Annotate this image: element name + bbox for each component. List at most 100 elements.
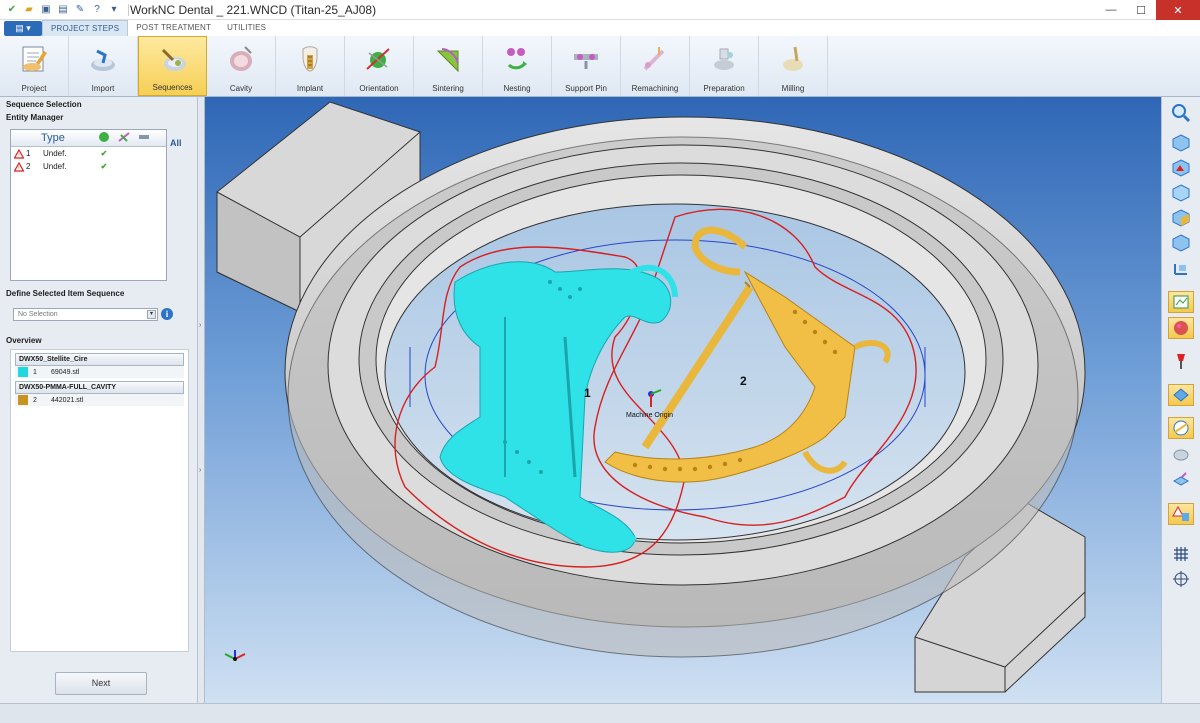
ribbon-button-milling[interactable]: Milling — [759, 36, 828, 96]
support-pin-icon — [569, 42, 603, 76]
layers-icon[interactable] — [1168, 469, 1194, 491]
window-controls: — ☐ ✕ — [1096, 0, 1200, 20]
settings-wrench-icon[interactable]: ✎ — [73, 3, 87, 17]
part-2-label: 2 — [740, 374, 747, 388]
view-left-icon[interactable] — [1168, 232, 1194, 254]
svg-text:!: ! — [18, 153, 19, 159]
crosshair-icon[interactable] — [1168, 568, 1194, 590]
color-swatch — [18, 395, 28, 405]
svg-text:!: ! — [18, 166, 19, 172]
group-header[interactable]: DWX50_Stellite_Cire — [15, 353, 184, 366]
group-header[interactable]: DWX50-PMMA-FULL_CAVITY — [15, 381, 184, 394]
section-icon[interactable] — [1168, 384, 1194, 406]
ribbon-button-orientation[interactable]: Orientation — [345, 36, 414, 96]
view-front-icon[interactable] — [1168, 157, 1194, 179]
list-item[interactable]: 2 442021.stl — [15, 394, 184, 406]
table-row[interactable]: ! 2 Undef. ✔ — [11, 160, 166, 173]
row-type: Undef. — [43, 162, 67, 171]
help-icon[interactable]: ? — [90, 3, 104, 17]
ribbon-button-support-pin[interactable]: Support Pin — [552, 36, 621, 96]
type-column-header[interactable]: Type — [39, 132, 94, 144]
qat-dropdown-icon[interactable]: ▾ — [107, 3, 121, 17]
sequence-selection-panel: Sequence Selection Entity Manager Type !… — [0, 97, 198, 703]
nesting-icon — [500, 42, 534, 76]
define-sequence-title: Define Selected Item Sequence — [6, 289, 125, 298]
pin-icon[interactable] — [134, 131, 154, 146]
table-row[interactable]: ! 1 Undef. ✔ — [11, 147, 166, 160]
clip-view-icon[interactable] — [1168, 417, 1194, 439]
green-shape-icon[interactable] — [94, 131, 114, 146]
next-button[interactable]: Next — [55, 672, 147, 695]
tab-post-treatment[interactable]: POST TREATMENT — [128, 20, 219, 36]
row-number: 1 — [26, 149, 31, 158]
grid-icon[interactable] — [1168, 543, 1194, 565]
tab-utilities[interactable]: UTILITIES — [219, 20, 274, 36]
view-right-icon[interactable] — [1168, 207, 1194, 229]
ribbon-button-sequences[interactable]: Sequences — [138, 36, 207, 96]
chevron-down-icon[interactable]: ▾ — [147, 310, 156, 319]
panel-title: Sequence Selection — [6, 100, 82, 109]
3d-viewport[interactable]: Machine Origin 1 2 — [205, 97, 1161, 703]
sintering-icon — [431, 42, 465, 76]
view-top-icon[interactable] — [1168, 182, 1194, 204]
view-iso-icon[interactable] — [1168, 132, 1194, 154]
warning-filter-icon[interactable] — [1168, 503, 1194, 525]
expand-arrow-icon[interactable]: › — [199, 467, 201, 474]
info-icon[interactable]: i — [161, 308, 173, 320]
tool-icon[interactable] — [114, 131, 134, 146]
ribbon-button-nesting[interactable]: Nesting — [483, 36, 552, 96]
ribbon-button-remachining[interactable]: Remachining — [621, 36, 690, 96]
ribbon-button-project[interactable]: Project — [0, 36, 69, 96]
status-bar — [0, 703, 1200, 723]
application-menu-button[interactable]: ▤ ▾ — [4, 21, 42, 36]
open-folder-icon[interactable]: ▰ — [22, 3, 36, 17]
preparation-icon — [707, 42, 741, 76]
view-axes-icon[interactable] — [1168, 257, 1194, 279]
warning-icon: ! — [14, 161, 24, 172]
select-all-button[interactable]: All — [170, 138, 182, 148]
axis-triad-icon — [224, 650, 246, 661]
entity-manager-title: Entity Manager — [6, 113, 64, 122]
color-swatch — [18, 367, 28, 377]
cavity-icon — [224, 42, 258, 76]
ribbon-button-preparation[interactable]: Preparation — [690, 36, 759, 96]
view-toolbar — [1161, 97, 1200, 703]
stock-icon[interactable] — [1168, 444, 1194, 466]
orientation-icon — [362, 42, 396, 76]
maximize-button[interactable]: ☐ — [1126, 0, 1156, 20]
row-number: 2 — [26, 162, 31, 171]
display-sphere-icon[interactable] — [1168, 317, 1194, 339]
tab-project-steps[interactable]: PROJECT STEPS — [42, 20, 129, 36]
ribbon-button-import[interactable]: Import — [69, 36, 138, 96]
entity-manager-table[interactable]: Type ! 1 Undef. ✔ ! 2 Undef. ✔ — [10, 129, 167, 281]
import-icon — [86, 42, 120, 76]
title-bar: ✔ ▰ ▣ ▤ ✎ ? ▾ WorkNC Dental _ 221.WNCD (… — [0, 0, 1200, 20]
ribbon-button-cavity[interactable]: Cavity — [207, 36, 276, 96]
check-icon: ✔ — [100, 162, 108, 171]
zoom-icon[interactable] — [1168, 102, 1194, 124]
list-item[interactable]: 1 69049.stl — [15, 366, 184, 378]
quick-access-toolbar: ✔ ▰ ▣ ▤ ✎ ? ▾ — [0, 3, 133, 17]
check-icon[interactable]: ✔ — [5, 3, 19, 17]
pointer-icon[interactable] — [1168, 350, 1194, 372]
save-all-icon[interactable]: ▤ — [56, 3, 70, 17]
display-shaded-icon[interactable] — [1168, 291, 1194, 313]
save-icon[interactable]: ▣ — [39, 3, 53, 17]
separator — [128, 3, 129, 16]
ribbon-button-sintering[interactable]: Sintering — [414, 36, 483, 96]
panel-splitter[interactable]: › › — [198, 97, 205, 703]
ribbon-button-implant[interactable]: Implant — [276, 36, 345, 96]
origin-label: Machine Origin — [626, 412, 673, 419]
part-1-label: 1 — [584, 386, 591, 400]
item-number: 1 — [33, 368, 37, 376]
cavity-floor — [384, 203, 966, 541]
implant-icon — [293, 42, 327, 76]
item-number: 2 — [33, 396, 37, 404]
close-button[interactable]: ✕ — [1156, 0, 1200, 20]
window-title: WorkNC Dental _ 221.WNCD (Titan-25_AJ08) — [130, 3, 377, 17]
sequence-select[interactable]: No Selection ▾ — [13, 308, 158, 321]
ribbon-tab-row: ▤ ▾ PROJECT STEPS POST TREATMENT UTILITI… — [0, 20, 1200, 36]
collapse-arrow-icon[interactable]: › — [199, 322, 201, 329]
minimize-button[interactable]: — — [1096, 0, 1126, 20]
project-icon — [17, 42, 51, 76]
